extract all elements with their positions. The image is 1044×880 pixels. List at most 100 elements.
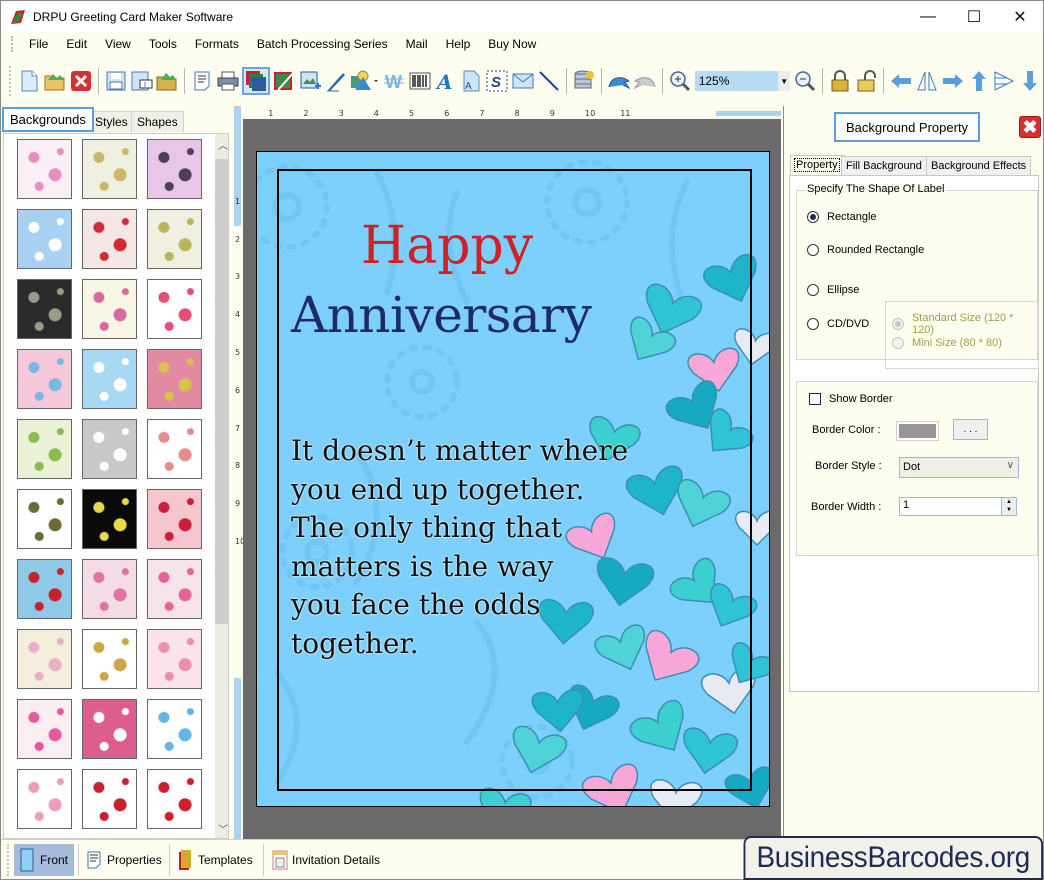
panel-close-button[interactable]: ✖ [1019, 116, 1041, 138]
menu-mail[interactable]: Mail [397, 33, 437, 55]
menu-buy-now[interactable]: Buy Now [479, 33, 545, 55]
menu-edit[interactable]: Edit [57, 33, 96, 55]
undo-button[interactable] [607, 69, 631, 93]
text-button[interactable]: A [433, 69, 457, 93]
thumbnail-red-flower[interactable] [147, 769, 202, 829]
thumbnail-kids-rainbow[interactable] [17, 769, 72, 829]
tab-backgrounds[interactable]: Backgrounds [2, 107, 94, 132]
menu-help[interactable]: Help [437, 33, 480, 55]
thumbnail-easter-bunnies[interactable] [147, 699, 202, 759]
tab-shapes[interactable]: Shapes [131, 111, 184, 132]
thumbnail-clouds[interactable] [17, 209, 72, 269]
radio-cd-dvd[interactable]: CD/DVD [807, 318, 869, 330]
database-button[interactable] [572, 69, 596, 93]
tab-fill-background[interactable]: Fill Background [841, 156, 927, 175]
thumbnail-colored-buttons[interactable] [147, 349, 202, 409]
thumbnail-pastel-circles[interactable] [17, 349, 72, 409]
save-button[interactable] [104, 69, 128, 93]
dropdown-arrow-icon[interactable]: ▼ [778, 71, 791, 91]
open-button[interactable] [43, 69, 67, 93]
mail-button[interactable] [511, 69, 535, 93]
thumbnail-pinecones[interactable] [17, 489, 72, 549]
line-button[interactable] [537, 69, 561, 93]
lock-button[interactable] [828, 69, 852, 93]
scroll-up-icon[interactable]: ︿ [215, 136, 228, 152]
thumbnail-bunnies-cream[interactable] [82, 139, 137, 199]
tab-properties[interactable]: Properties [81, 844, 168, 876]
minimize-button[interactable]: — [905, 1, 951, 32]
image-edit-button[interactable] [272, 69, 296, 93]
shapes-button[interactable] [350, 69, 380, 93]
tab-styles[interactable]: Styles [89, 111, 134, 132]
unlock-button[interactable] [854, 69, 878, 93]
card-title-anniversary[interactable]: Anniversary [291, 286, 592, 344]
tab-invitation-details[interactable]: Invitation Details [266, 844, 386, 876]
border-width-stepper[interactable]: 1 ▲ ▼ [899, 497, 1017, 516]
scrollbar-thumb[interactable] [215, 159, 228, 624]
thumbnail-green-yellow-fruits[interactable] [147, 209, 202, 269]
card-verse[interactable]: It doesn’t matter where you end up toget… [291, 432, 651, 663]
scroll-down-icon[interactable]: ﹀ [215, 820, 228, 836]
border-style-select[interactable]: Dot ∨ [899, 457, 1019, 478]
menu-formats[interactable]: Formats [186, 33, 248, 55]
card-title-happy[interactable]: Happy [257, 216, 637, 276]
move-left-button[interactable] [889, 69, 913, 93]
stepper-buttons[interactable]: ▲ ▼ [1001, 498, 1016, 515]
radio-rounded-rectangle[interactable]: Rounded Rectangle [807, 244, 924, 256]
radio-standard-size[interactable]: Standard Size (120 * 120) [892, 312, 1038, 336]
thumbnail-red-hearts[interactable] [147, 489, 202, 549]
text-file-button[interactable]: A [459, 69, 483, 93]
thumbnail-pastel-stripes[interactable] [17, 629, 72, 689]
move-right-button[interactable] [941, 69, 965, 93]
show-border-checkbox[interactable]: Show Border [809, 393, 893, 405]
tab-front[interactable]: Front [14, 844, 75, 876]
thumbnail-dark-leaves[interactable] [17, 279, 72, 339]
menu-file[interactable]: File [20, 33, 57, 55]
move-down-button[interactable] [1018, 69, 1042, 93]
thumbnail-fireworks[interactable] [82, 489, 137, 549]
close-button[interactable]: ✕ [997, 1, 1043, 32]
thumbnail-pink-bubbles[interactable] [82, 559, 137, 619]
zoom-out-button[interactable] [793, 69, 817, 93]
barcode-button[interactable] [408, 69, 432, 93]
thumbnail-ribbon-hearts[interactable] [82, 769, 137, 829]
pen-button[interactable] [324, 69, 348, 93]
border-color-picker-button[interactable]: . . . [953, 419, 988, 440]
thumbnail-pink-dress[interactable] [147, 629, 202, 689]
print-button[interactable] [216, 69, 240, 93]
menu-view[interactable]: View [96, 33, 140, 55]
zoom-level-select[interactable]: 125% ▼ [694, 71, 791, 91]
thumbnail-flower-garland[interactable] [82, 279, 137, 339]
maximize-button[interactable]: ☐ [951, 1, 997, 32]
tab-background-effects[interactable]: Background Effects [926, 156, 1032, 175]
align-button[interactable] [992, 69, 1016, 93]
open-folder-button[interactable] [155, 69, 179, 93]
radio-ellipse[interactable]: Ellipse [807, 284, 859, 296]
horizontal-scrollbar[interactable] [716, 111, 781, 116]
redo-button[interactable] [633, 69, 657, 93]
thumbnail-heart-frame[interactable] [82, 699, 137, 759]
thumbnail-baby-items[interactable] [17, 139, 72, 199]
thumbnail-hearts-flowers[interactable] [17, 699, 72, 759]
thumbnail-teddy-bear[interactable] [82, 629, 137, 689]
thumbnail-santa-gifts[interactable] [17, 559, 72, 619]
properties-button[interactable] [190, 69, 214, 93]
signature-button[interactable]: S [485, 69, 509, 93]
thumbnail-kids-doodles[interactable] [147, 419, 202, 479]
save-as-button[interactable]: I [130, 69, 154, 93]
move-up-button[interactable] [967, 69, 991, 93]
border-color-swatch[interactable] [896, 421, 939, 441]
thumbnail-gift-boxes[interactable] [147, 279, 202, 339]
watermark-button[interactable]: W [382, 69, 406, 93]
greeting-card[interactable]: Happy Anniversary It doesn’t matter wher… [256, 151, 770, 807]
close-file-button[interactable] [69, 69, 93, 93]
thumbnail-christmas-trees[interactable] [17, 419, 72, 479]
new-button[interactable] [17, 69, 41, 93]
tab-property[interactable]: Property [790, 155, 844, 175]
radio-mini-size[interactable]: Mini Size (80 * 80) [892, 337, 1002, 349]
thumbnail-snowflakes-blue[interactable] [82, 349, 137, 409]
thumbnail-scrollbar[interactable]: ︿ ﹀ [215, 134, 228, 838]
zoom-in-button[interactable] [668, 69, 692, 93]
radio-rectangle[interactable]: Rectangle [807, 211, 877, 223]
thumbnail-strawberries[interactable] [82, 209, 137, 269]
